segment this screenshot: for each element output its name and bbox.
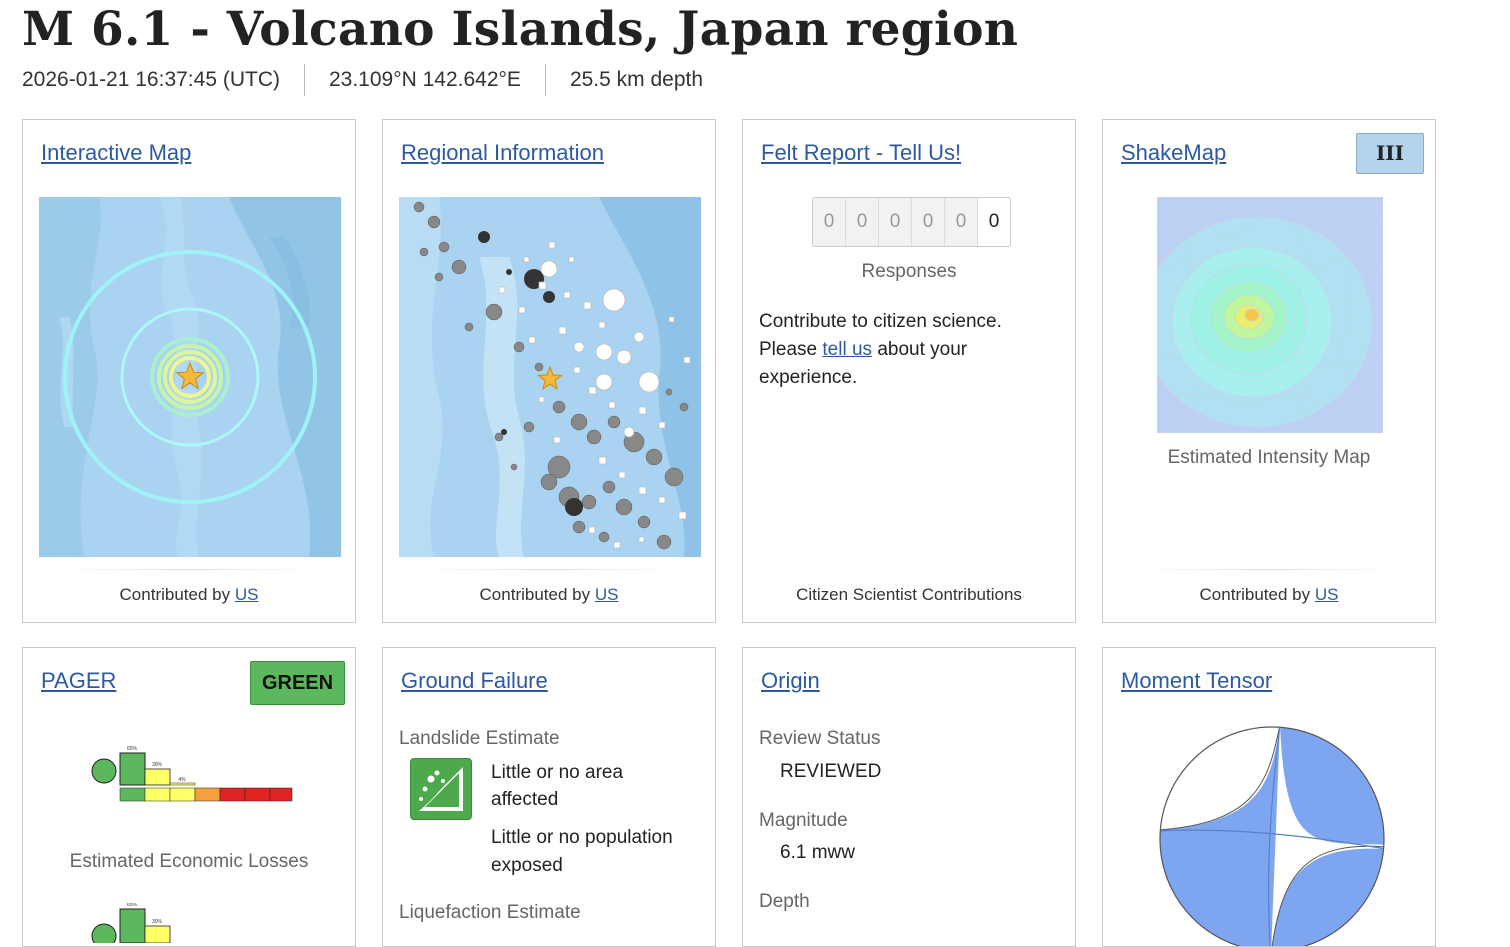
card-origin[interactable]: Origin Review Status REVIEWED Magnitude …: [742, 647, 1076, 947]
divider: [303, 64, 305, 96]
landslide-area-line2: affected: [491, 789, 559, 810]
beachball-svg: [1159, 726, 1385, 946]
landslide-area-line1: Little or no area: [491, 762, 624, 783]
responses-counter: 0 0 0 0 0 0: [812, 197, 1011, 247]
origin-link[interactable]: Origin: [761, 668, 820, 694]
pager-alert-badge: GREEN: [250, 661, 345, 705]
page-title: M 6.1 - Volcano Islands, Japan region: [22, 2, 1019, 57]
footer-divider: [423, 569, 675, 570]
felt-report-link[interactable]: Felt Report - Tell Us!: [761, 140, 961, 166]
card-pager[interactable]: PAGER GREEN 65% 30% 4% Estimated Economi…: [22, 647, 356, 947]
contributed-by-label: Contributed by: [119, 585, 231, 604]
estimated-intensity-map-caption: Estimated Intensity Map: [1167, 447, 1371, 468]
contributor-link[interactable]: US: [595, 585, 619, 604]
counter-digit: 0: [912, 198, 945, 246]
landslide-icon: [410, 758, 472, 820]
felt-report-text: Contribute to citizen science. Please te…: [759, 308, 1059, 392]
histogram-percent-label: 4%: [178, 777, 186, 783]
card-interactive-map[interactable]: Interactive Map Contributed by US: [22, 119, 356, 623]
card-regional-information[interactable]: Regional Information Contributed by US: [382, 119, 716, 623]
contributed-by: Contributed by US: [23, 585, 355, 605]
review-status-value: REVIEWED: [780, 761, 882, 782]
counter-digit: 0: [846, 198, 879, 246]
felt-text-after: about your: [877, 339, 968, 360]
histogram-percent-label: 65%: [127, 903, 138, 908]
depth-label: Depth: [759, 891, 810, 912]
landslide-area-text: Little or no area affected: [491, 759, 623, 813]
interactive-map-link[interactable]: Interactive Map: [41, 140, 191, 166]
histogram-percent-label: 30%: [152, 762, 163, 768]
map-svg: [39, 197, 341, 557]
contributed-by-label: Contributed by: [479, 585, 591, 604]
felt-text-line3: experience.: [759, 367, 858, 388]
fatalities-histogram[interactable]: 65% 30%: [87, 902, 297, 946]
footer-divider: [63, 569, 315, 570]
event-time: 2026-01-21 16:37:45 (UTC): [22, 68, 280, 91]
pager-link[interactable]: PAGER: [41, 668, 116, 694]
event-location: 23.109°N 142.642°E: [328, 68, 521, 91]
felt-text-please: Please: [759, 339, 818, 360]
shakemap-link[interactable]: ShakeMap: [1121, 140, 1226, 166]
histogram-svg: 65% 30%: [91, 902, 171, 946]
liquefaction-estimate-label: Liquefaction Estimate: [399, 902, 581, 923]
landslide-population-text: Little or no population exposed: [491, 824, 673, 880]
card-moment-tensor[interactable]: Moment Tensor: [1102, 647, 1436, 947]
landslide-estimate-label: Landslide Estimate: [399, 728, 560, 749]
contributor-link[interactable]: US: [235, 585, 259, 604]
contributed-by: Contributed by US: [383, 585, 715, 605]
histogram-percent-label: 30%: [152, 919, 163, 925]
felt-text-line2: Please tell us about your: [759, 336, 1059, 364]
magnitude-label: Magnitude: [759, 810, 848, 831]
histogram-percent-label: 65%: [127, 746, 138, 752]
intensity-badge: III: [1356, 133, 1424, 174]
event-meta: 2026-01-21 16:37:45 (UTC) 23.109°N 142.6…: [22, 64, 703, 96]
card-shakemap[interactable]: ShakeMap III Estimated Intensity Map Con…: [1102, 119, 1436, 623]
counter-digit: 0: [813, 198, 846, 246]
contributed-by-label: Contributed by: [1199, 585, 1311, 604]
felt-text-line1: Contribute to citizen science.: [759, 311, 1002, 332]
shakemap-thumbnail[interactable]: [1157, 197, 1383, 433]
ground-failure-link[interactable]: Ground Failure: [401, 668, 548, 694]
review-status-label: Review Status: [759, 728, 881, 749]
estimated-economic-losses-caption: Estimated Economic Losses: [69, 851, 309, 872]
event-depth: 25.5 km depth: [569, 68, 704, 91]
beachball-diagram[interactable]: [1156, 723, 1388, 946]
responses-label: Responses: [861, 261, 957, 282]
regional-map-svg: [399, 197, 701, 557]
shakemap-svg: [1157, 197, 1383, 433]
footer-divider: [1143, 569, 1395, 570]
interactive-map-thumbnail[interactable]: [39, 197, 341, 557]
population-line1: Little or no population: [491, 827, 673, 848]
regional-information-link[interactable]: Regional Information: [401, 140, 604, 166]
citizen-scientist-contributions: Citizen Scientist Contributions: [796, 585, 1022, 604]
magnitude-value: 6.1 mww: [780, 842, 855, 863]
contributor-link[interactable]: US: [1315, 585, 1339, 604]
moment-tensor-link[interactable]: Moment Tensor: [1121, 668, 1272, 694]
contributed-by: Contributed by US: [1103, 585, 1435, 605]
population-line2: exposed: [491, 855, 563, 876]
divider: [544, 64, 546, 96]
card-ground-failure[interactable]: Ground Failure Landslide Estimate Little…: [382, 647, 716, 947]
histogram-svg: 65% 30% 4%: [91, 746, 293, 802]
counter-digit: 0: [879, 198, 912, 246]
tell-us-link[interactable]: tell us: [822, 339, 872, 360]
economic-losses-histogram[interactable]: 65% 30% 4%: [87, 738, 297, 833]
counter-digit: 0: [978, 198, 1010, 246]
counter-digit: 0: [945, 198, 978, 246]
card-felt-report[interactable]: Felt Report - Tell Us! 0 0 0 0 0 0 Respo…: [742, 119, 1076, 623]
regional-map-thumbnail[interactable]: [399, 197, 701, 557]
